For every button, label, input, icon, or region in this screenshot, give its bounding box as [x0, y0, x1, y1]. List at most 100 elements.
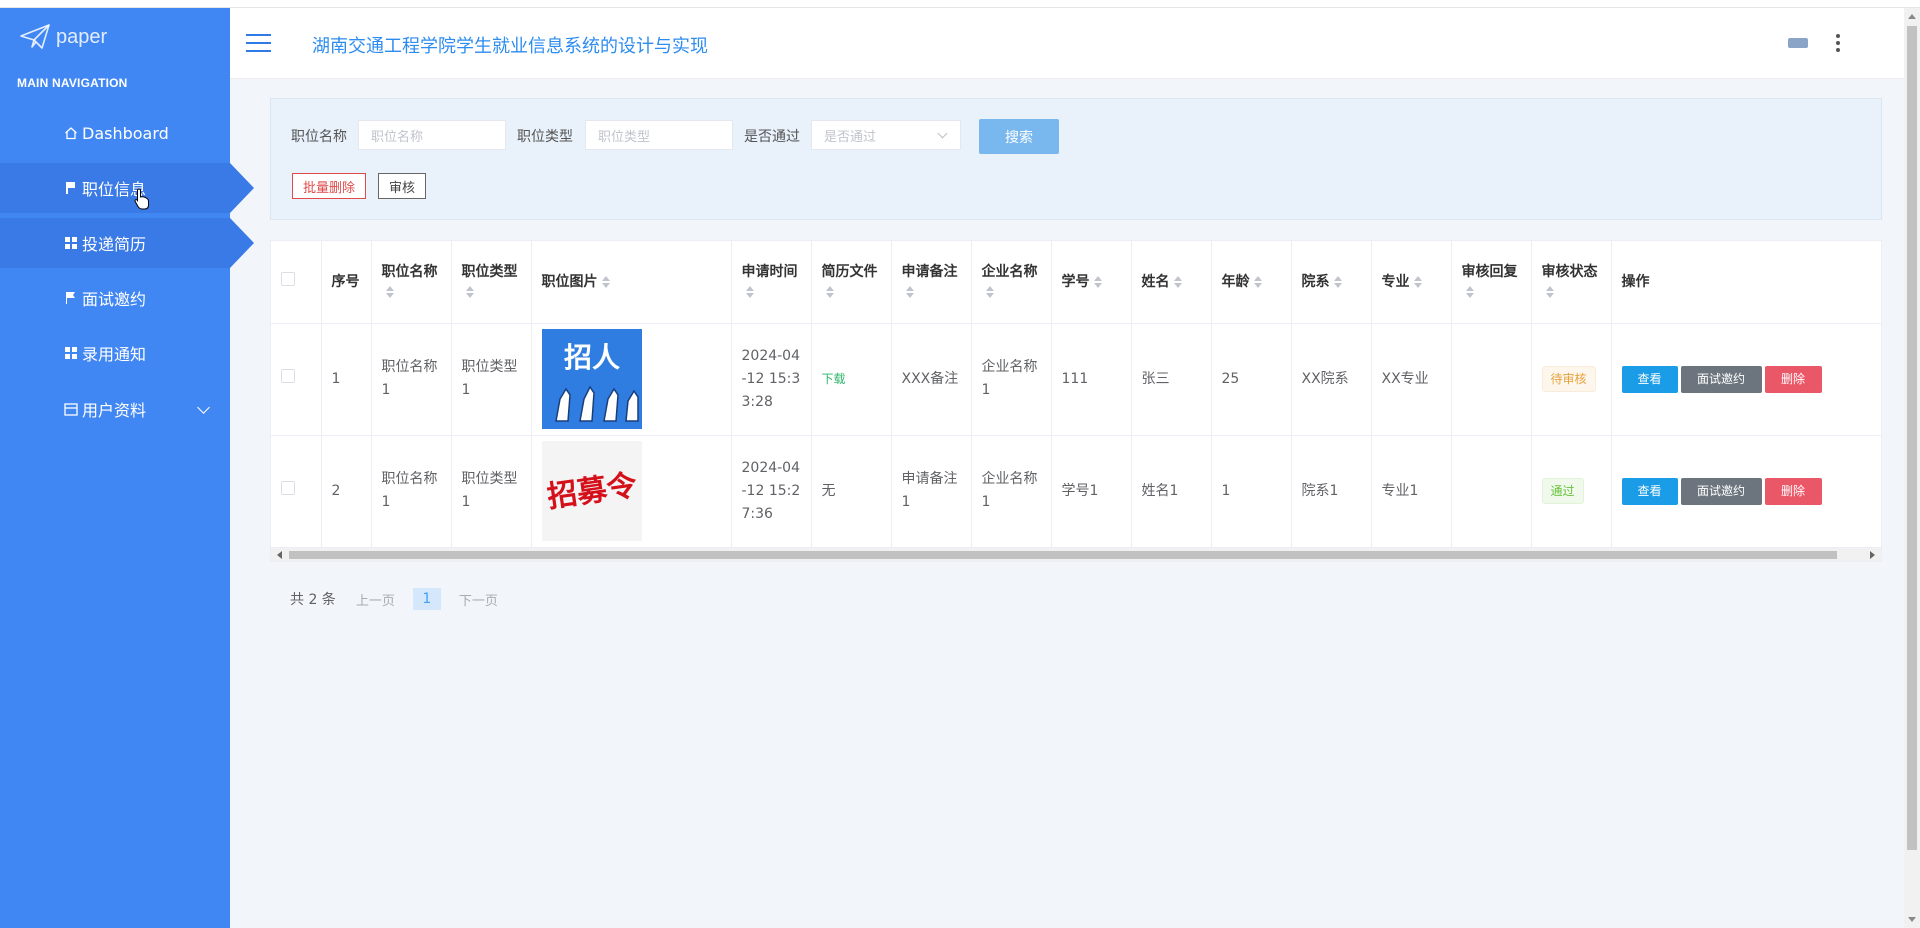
cell-status: 待审核 — [1531, 323, 1612, 436]
col-header-label: 年龄 — [1221, 273, 1250, 290]
sort-icon[interactable] — [1093, 275, 1102, 288]
flag-icon — [64, 291, 78, 305]
next-page-button[interactable]: 下一页 — [459, 590, 498, 609]
more-vertical-icon[interactable] — [1836, 34, 1840, 52]
sort-icon[interactable] — [1173, 275, 1182, 288]
table-row: 2 职位名称1 职位类型1 招募令 2024-04-12 15:27:36 无 … — [271, 435, 1881, 547]
job-image-zhaoren[interactable]: 招人 — [541, 329, 642, 429]
interview-invite-button[interactable]: 面试邀约 — [1680, 477, 1762, 505]
sort-icon[interactable] — [1545, 285, 1554, 298]
cell-apply-time: 2024-04-12 15:27:36 — [731, 435, 812, 547]
cell-age: 1 — [1211, 435, 1292, 547]
sort-icon[interactable] — [385, 285, 394, 298]
cell-job-name: 职位名称1 — [371, 323, 452, 436]
window-top-edge — [0, 0, 1920, 8]
cell-job-image: 招募令 — [531, 435, 732, 547]
logo[interactable]: paper — [20, 24, 107, 50]
vertical-scrollbar[interactable] — [1904, 8, 1920, 928]
col-header[interactable]: 院系 — [1291, 241, 1372, 324]
prev-page-button[interactable]: 上一页 — [356, 590, 395, 609]
avatar[interactable] — [1788, 38, 1808, 48]
view-button[interactable]: 查看 — [1621, 365, 1678, 393]
scroll-down-icon[interactable] — [1908, 917, 1916, 922]
sidebar-item-offer[interactable]: 录用通知 — [0, 328, 230, 378]
col-header-label: 申请备注 — [901, 263, 958, 280]
sort-icon[interactable] — [905, 285, 914, 298]
scroll-right-icon[interactable] — [1870, 551, 1875, 559]
interview-invite-button[interactable]: 面试邀约 — [1680, 365, 1762, 393]
col-header-label: 操作 — [1621, 273, 1650, 290]
cell-student-no: 学号1 — [1051, 435, 1132, 547]
chevron-down-icon[interactable] — [197, 401, 210, 414]
scrollbar-thumb[interactable] — [1907, 26, 1917, 850]
delete-button[interactable]: 删除 — [1764, 365, 1822, 393]
sidebar-item-label: Dashboard — [82, 123, 169, 143]
job-type-input[interactable]: 职位类型 — [585, 120, 733, 150]
col-header: 操作 — [1611, 241, 1881, 324]
cell-remark: 申请备注1 — [891, 435, 972, 547]
job-image-zhaomuling[interactable]: 招募令 — [541, 441, 642, 541]
mouse-cursor-icon — [134, 188, 149, 210]
sort-icon[interactable] — [1333, 275, 1342, 288]
sidebar-item-dashboard[interactable]: Dashboard — [0, 108, 230, 158]
delete-button[interactable]: 删除 — [1764, 477, 1822, 505]
select-all-checkbox[interactable] — [281, 271, 295, 286]
job-image-text: 招人 — [563, 341, 619, 374]
col-header[interactable]: 职位类型 — [451, 241, 532, 324]
col-header[interactable]: 审核状态 — [1531, 241, 1612, 324]
audit-button[interactable]: 审核 — [378, 173, 427, 199]
menu-toggle-icon[interactable] — [246, 34, 271, 52]
sort-icon[interactable] — [1253, 275, 1262, 288]
cell-name: 姓名1 — [1131, 435, 1212, 547]
table-header-row: 序号 职位名称 职位类型 职位图片 申请时间 简历文件 申请备注 企业名称 学号… — [271, 241, 1881, 324]
sort-icon[interactable] — [745, 285, 754, 298]
logo-text: paper — [56, 25, 108, 48]
col-header[interactable]: 姓名 — [1131, 241, 1212, 324]
col-header[interactable]: 审核回复 — [1451, 241, 1532, 324]
horizontal-scrollbar[interactable] — [270, 548, 1882, 562]
cell-company: 企业名称1 — [971, 323, 1052, 436]
row-checkbox[interactable] — [281, 480, 295, 495]
cell-job-type: 职位类型1 — [451, 323, 532, 436]
scrollbar-thumb[interactable] — [289, 551, 1837, 559]
cell-resume: 下载 — [811, 323, 892, 436]
col-header[interactable]: 年龄 — [1211, 241, 1292, 324]
row-checkbox[interactable] — [281, 368, 295, 383]
cell-reply — [1451, 323, 1532, 436]
sidebar-item-job-info[interactable]: 职位信息 — [0, 163, 254, 213]
cell-major: 专业1 — [1371, 435, 1452, 547]
sort-icon[interactable] — [825, 285, 834, 298]
col-header[interactable]: 学号 — [1051, 241, 1132, 324]
scroll-up-icon[interactable] — [1908, 14, 1916, 19]
sort-icon[interactable] — [985, 285, 994, 298]
col-header[interactable]: 申请备注 — [891, 241, 972, 324]
sort-icon[interactable] — [1413, 275, 1422, 288]
sidebar-item-resume[interactable]: 投递简历 — [0, 218, 254, 268]
cell-remark: XXX备注 — [891, 323, 972, 436]
sort-icon[interactable] — [465, 285, 474, 298]
batch-delete-button[interactable]: 批量删除 — [292, 173, 367, 199]
col-header[interactable]: 专业 — [1371, 241, 1452, 324]
sidebar-item-interview[interactable]: 面试邀约 — [0, 273, 230, 323]
col-header-label: 职位类型 — [461, 263, 518, 280]
scroll-left-icon[interactable] — [277, 551, 282, 559]
col-header[interactable]: 企业名称 — [971, 241, 1052, 324]
col-header[interactable]: 职位名称 — [371, 241, 452, 324]
job-name-input[interactable]: 职位名称 — [358, 120, 506, 150]
page-number-current[interactable]: 1 — [412, 588, 441, 610]
cell-major: XX专业 — [1371, 323, 1452, 436]
search-button[interactable]: 搜索 — [979, 119, 1059, 154]
sidebar-item-label: 投递简历 — [82, 235, 147, 254]
view-button[interactable]: 查看 — [1621, 477, 1678, 505]
sort-icon[interactable] — [1465, 285, 1474, 298]
passed-select[interactable]: 是否通过 — [811, 120, 961, 150]
resume-download-link[interactable]: 下载 — [822, 372, 846, 386]
sort-icon[interactable] — [601, 275, 610, 288]
sidebar-item-profile[interactable]: 用户资料 — [0, 384, 230, 434]
col-header[interactable]: 申请时间 — [731, 241, 812, 324]
col-header[interactable]: 简历文件 — [811, 241, 892, 324]
col-header-label: 审核回复 — [1461, 263, 1518, 280]
col-header[interactable]: 职位图片 — [531, 241, 732, 324]
cell-dept: 院系1 — [1291, 435, 1372, 547]
job-type-label: 职位类型 — [517, 129, 573, 145]
